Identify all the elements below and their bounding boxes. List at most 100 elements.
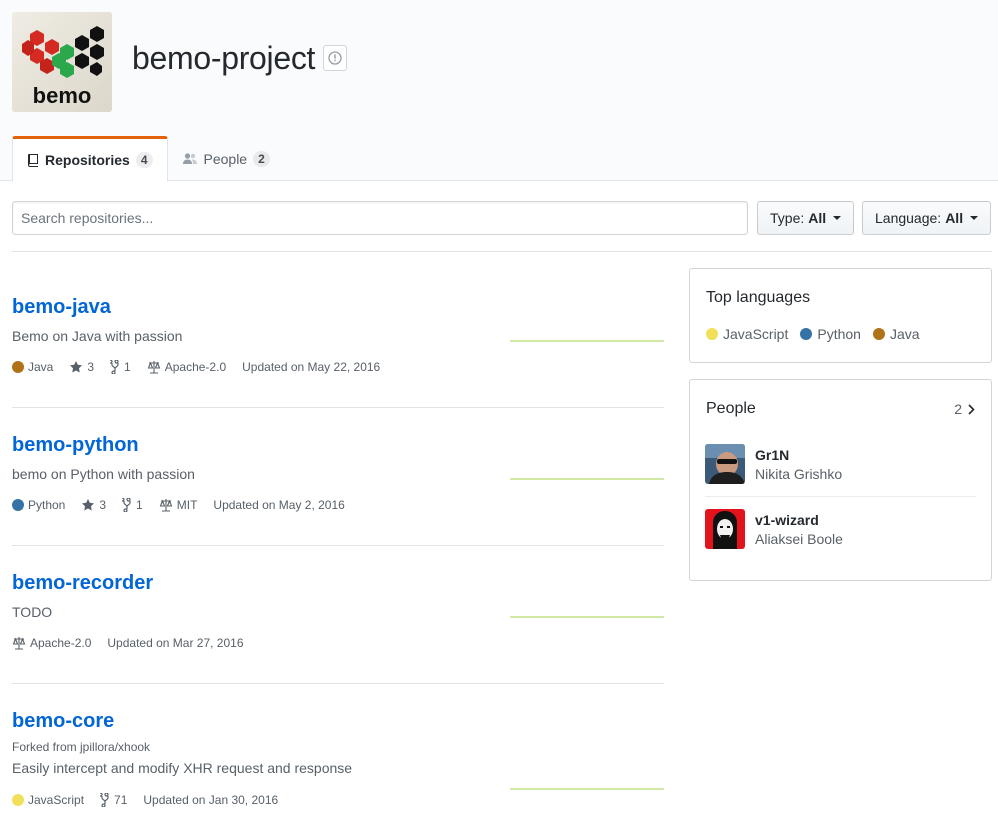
repo-updated: Updated on Mar 27, 2016 [107, 636, 244, 650]
repo-stars[interactable]: 3 [81, 498, 106, 512]
people-title: People [706, 400, 756, 417]
repo-license-label: Apache-2.0 [164, 360, 227, 374]
activity-sparkline [510, 788, 664, 790]
repo-forks-count: 1 [124, 360, 131, 374]
search-repositories-input[interactable] [12, 201, 748, 235]
repo-item: bemo-core Forked from jpillora/xhook Eas… [12, 684, 664, 822]
repo-language-label: JavaScript [28, 793, 85, 807]
repo-description: Easily intercept and modify XHR request … [12, 760, 353, 776]
language-dot-icon [12, 361, 24, 373]
divider [12, 251, 992, 252]
repo-forks-count: 71 [114, 793, 128, 807]
language-filter-label: Language: [875, 210, 942, 226]
tab-people-label: People [203, 150, 248, 167]
repo-forked-from[interactable]: Forked from jpillora/xhook [12, 740, 664, 754]
top-language-item[interactable]: Java [872, 326, 920, 342]
repo-name-link[interactable]: bemo-recorder [12, 570, 153, 596]
repo-license-label: MIT [176, 498, 198, 512]
repo-meta: JavaScript 71 Updated on Jan 30, 2016 [12, 793, 664, 807]
repo-updated: Updated on May 22, 2016 [242, 360, 381, 374]
person-login[interactable]: Gr1N [755, 447, 842, 463]
tab-people[interactable]: People 2 [168, 136, 284, 181]
language-dot-icon [872, 328, 885, 340]
people-count-link[interactable]: 2 [954, 401, 975, 417]
repo-item: bemo-java Bemo on Java with passion Java… [12, 270, 664, 408]
info-icon[interactable] [323, 45, 347, 71]
law-icon [159, 499, 173, 512]
person-item: Gr1N Nikita Grishko [705, 432, 976, 496]
top-language-label: JavaScript [723, 326, 789, 342]
people-count: 2 [954, 401, 962, 417]
activity-sparkline [510, 478, 664, 480]
tab-people-count: 2 [253, 150, 270, 167]
repo-forks[interactable]: 1 [110, 360, 131, 374]
bemo-logo-icon: bemo [12, 12, 112, 112]
repo-meta: Python 3 1 MIT Updated on May 2, 2016 [12, 498, 664, 512]
tab-repositories-label: Repositories [45, 152, 130, 168]
fork-icon [110, 360, 119, 374]
org-header: bemo bemo-project Repositories 4 People [0, 0, 998, 182]
type-filter-button[interactable]: Type: All [757, 201, 855, 235]
repo-name-link[interactable]: bemo-core [12, 708, 114, 734]
repo-item: bemo-python bemo on Python with passion … [12, 408, 664, 546]
people-header: People 2 [690, 380, 991, 418]
caret-down-icon [833, 216, 842, 220]
top-languages-box: Top languages JavaScript Python Java [689, 268, 992, 363]
org-avatar[interactable]: bemo [12, 12, 112, 112]
repo-stars[interactable]: 3 [69, 360, 94, 374]
org-name: bemo-project [132, 40, 316, 76]
avatar[interactable] [705, 444, 745, 484]
fork-icon [100, 793, 109, 807]
avatar[interactable] [705, 509, 745, 549]
repo-forks-count: 1 [136, 498, 143, 512]
repo-forks[interactable]: 1 [122, 498, 143, 512]
repo-language: Python [12, 498, 65, 512]
language-dot-icon [12, 499, 24, 511]
caret-down-icon [970, 216, 979, 220]
type-filter-value: All [808, 210, 827, 226]
repo-language-label: Java [28, 360, 54, 374]
repo-list: bemo-java Bemo on Java with passion Java… [12, 270, 664, 822]
repo-forks[interactable]: 71 [100, 793, 127, 807]
repo-updated: Updated on Jan 30, 2016 [143, 793, 279, 807]
repo-name-link[interactable]: bemo-java [12, 294, 111, 320]
chevron-right-icon [968, 403, 975, 415]
repo-language: JavaScript [12, 793, 84, 807]
repo-language-label: Python [28, 498, 66, 512]
tab-repositories[interactable]: Repositories 4 [12, 136, 168, 182]
top-language-item[interactable]: JavaScript [706, 326, 788, 342]
language-filter-value: All [945, 210, 964, 226]
law-icon [12, 637, 26, 650]
type-filter-label: Type: [770, 210, 805, 226]
repo-updated: Updated on May 2, 2016 [213, 498, 345, 512]
language-filter-button[interactable]: Language: All [862, 201, 992, 235]
repo-meta: Apache-2.0 Updated on Mar 27, 2016 [12, 636, 664, 650]
repo-license-label: Apache-2.0 [30, 636, 92, 650]
repo-stars-count: 3 [87, 360, 95, 374]
people-icon [182, 152, 197, 164]
language-dot-icon [800, 328, 813, 340]
person-item: v1-wizard Aliaksei Boole [705, 496, 976, 561]
top-languages-list: JavaScript Python Java [706, 326, 975, 342]
repo-item: bemo-recorder TODO Apache-2.0 Updated on… [12, 546, 664, 684]
top-language-item[interactable]: Python [800, 326, 861, 342]
activity-sparkline [510, 340, 664, 342]
fork-icon [122, 498, 131, 512]
star-icon [70, 361, 83, 373]
repo-name-link[interactable]: bemo-python [12, 432, 139, 458]
repo-filter-bar: Type: All Language: All [12, 201, 992, 235]
repo-meta: Java 3 1 Apache-2.0 Updated on May 22, 2… [12, 360, 664, 374]
repo-license: Apache-2.0 [147, 360, 226, 374]
person-login[interactable]: v1-wizard [755, 512, 843, 528]
top-languages-title: Top languages [706, 289, 811, 306]
people-list: Gr1N Nikita Grishko v1-wizard Aliaksei B… [690, 432, 991, 561]
person-name: Nikita Grishko [755, 465, 843, 482]
language-dot-icon [12, 794, 24, 806]
law-icon [147, 361, 161, 374]
org-tabs: Repositories 4 People 2 [12, 136, 284, 182]
top-language-label: Python [817, 326, 861, 342]
language-dot-icon [706, 328, 718, 340]
top-language-label: Java [889, 326, 920, 342]
star-icon [82, 499, 95, 511]
repo-license: Apache-2.0 [12, 636, 91, 650]
